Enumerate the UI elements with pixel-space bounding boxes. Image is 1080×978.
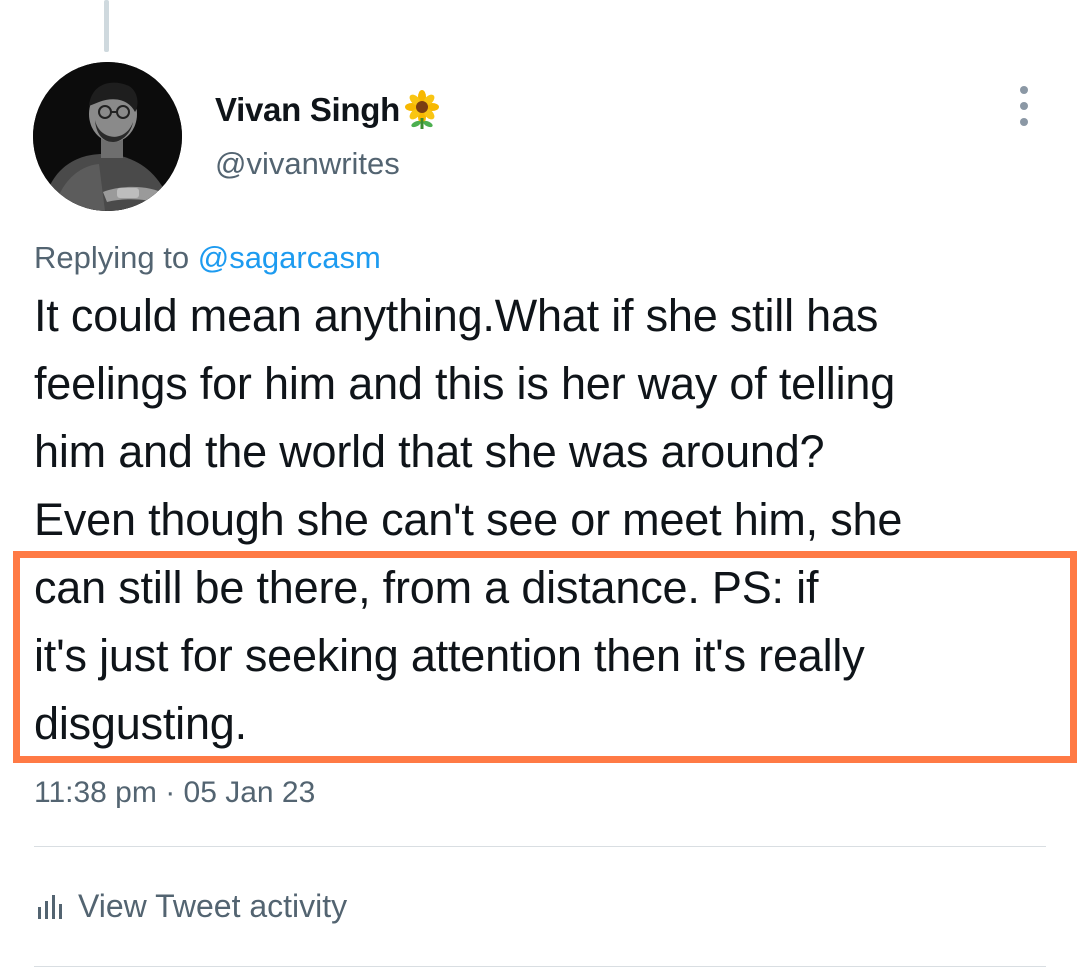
tweet-text-line: feelings for him and this is her way of … [34,358,896,409]
tweet-text-line: him and the world that she was around? [34,426,825,477]
author-display-name[interactable]: Vivan Singh [215,90,442,130]
view-tweet-activity-label: View Tweet activity [78,888,348,924]
divider [34,846,1046,847]
replying-to-line: Replying to @sagarcasm [34,240,381,276]
more-icon-dot [1020,102,1028,110]
replying-to-label: Replying to [34,240,190,275]
more-vertical-icon [1020,86,1028,94]
thread-connector-line [104,0,109,52]
author-name-text: Vivan Singh [215,91,400,128]
replying-to-mention[interactable]: @sagarcasm [198,240,381,275]
tweet-text-line: Even though she can't see or meet him, s… [34,494,903,545]
avatar-photo [33,62,182,211]
divider [34,966,1046,967]
highlight-annotation-box [13,551,1077,763]
sunflower-icon [402,90,442,130]
tweet-timestamp[interactable]: 11:38 pm · 05 Jan 23 [34,776,315,810]
more-options-button[interactable] [1004,82,1044,130]
view-tweet-activity-button[interactable]: View Tweet activity [36,888,347,925]
tweet-text-line: It could mean anything.What if she still… [34,290,879,341]
avatar[interactable] [33,62,182,211]
more-icon-dot [1020,118,1028,126]
author-handle[interactable]: @vivanwrites [215,146,400,182]
bar-chart-icon [38,894,62,919]
